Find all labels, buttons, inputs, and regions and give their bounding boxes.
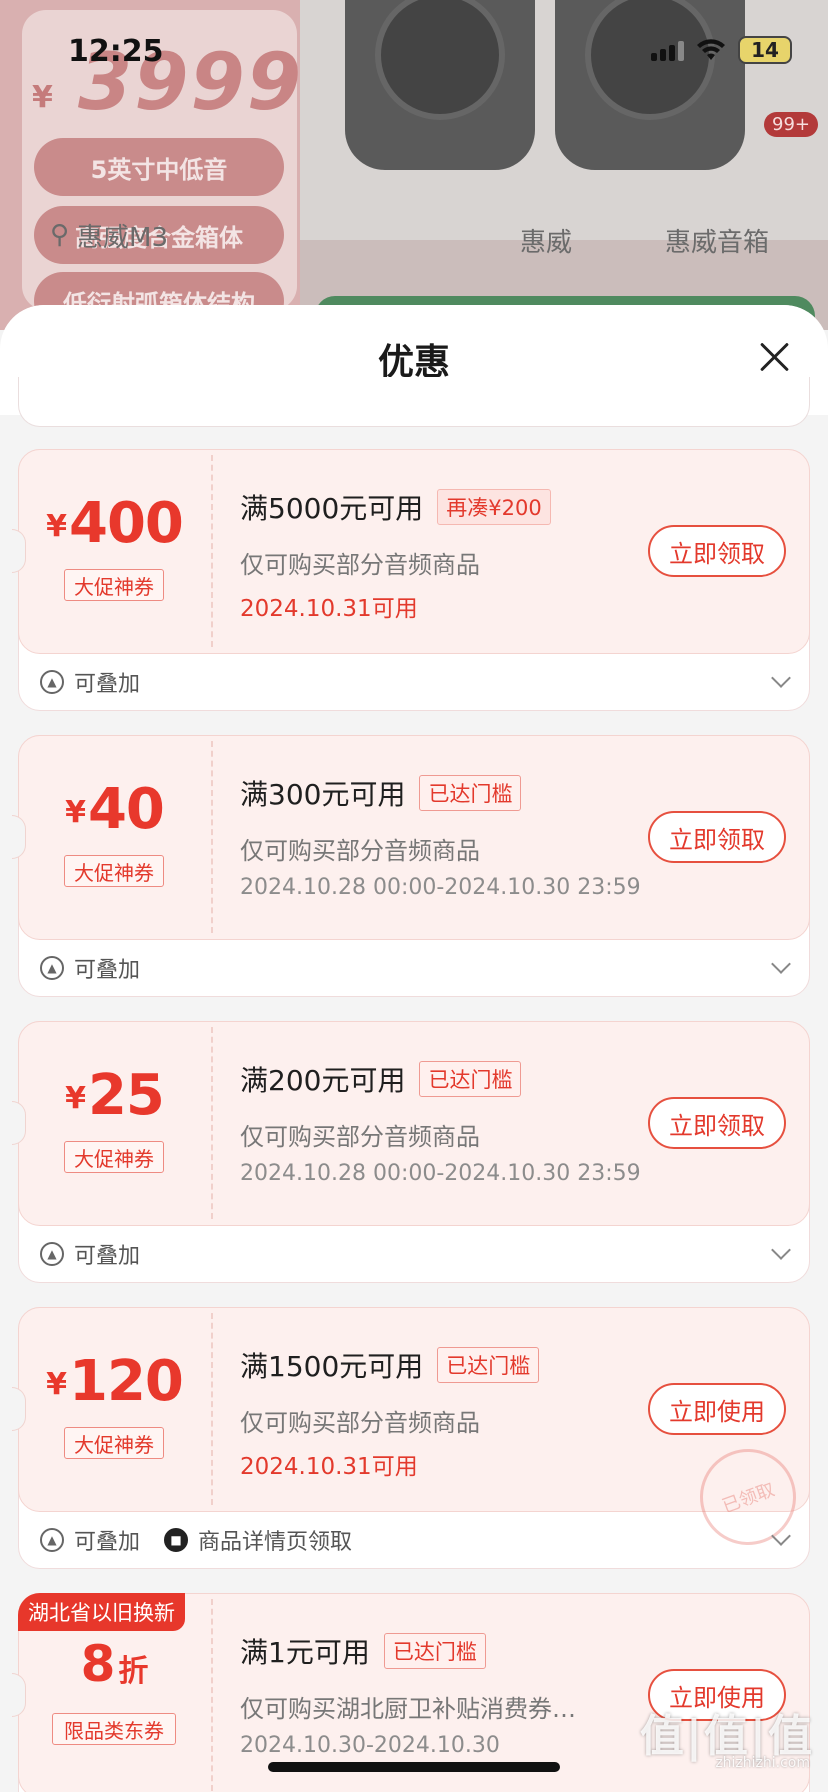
- coupon-footer: ▲ 可叠加: [40, 1235, 140, 1273]
- cart-count-badge: 99+: [764, 112, 818, 137]
- coupon-validity: 2024.10.30-2024.10.30: [240, 1733, 500, 1758]
- price-symbol: ¥: [32, 80, 53, 115]
- search-bar[interactable]: ⚲ 惠威M3: [50, 215, 450, 255]
- coupon-card: ¥25 大促神券 满200元可用 已达门槛 仅可购买部分音频商品 2024.10…: [12, 1021, 810, 1283]
- tab-brand-speaker[interactable]: 惠威音箱: [665, 222, 769, 259]
- status-time: 12:25: [68, 34, 164, 69]
- coupon-scope: 仅可购买部分音频商品: [240, 1123, 480, 1151]
- threshold-badge: 再凑¥200: [437, 489, 551, 525]
- claim-button[interactable]: 立即领取: [648, 811, 786, 863]
- claim-source-label: 商品详情页领取: [198, 1530, 353, 1555]
- close-icon[interactable]: [758, 341, 790, 373]
- speaker-image-left: [345, 0, 535, 170]
- previous-coupon-edge: [18, 377, 810, 427]
- signal-icon: [651, 39, 684, 61]
- stackable-label: 可叠加: [74, 958, 141, 983]
- status-icons: 14: [651, 36, 792, 64]
- coupon-footer: ▲ 可叠加 ■ 商品详情页领取: [40, 1521, 352, 1559]
- coupon-condition: 满5000元可用 再凑¥200: [240, 487, 551, 527]
- stack-icon: ▲: [40, 1528, 64, 1552]
- ticket-icon: ■: [164, 1528, 189, 1552]
- speaker-image-right: [555, 0, 745, 170]
- coupon-condition: 满1500元可用 已达门槛: [240, 1345, 540, 1385]
- search-icon: ⚲: [50, 220, 70, 250]
- coupon-sheet: 优惠 ¥400 大促神券 满5000元可用 再凑¥200 仅可购买部分音频商品 …: [0, 305, 828, 1792]
- stack-icon: ▲: [40, 1242, 64, 1266]
- stackable-label: 可叠加: [74, 672, 141, 697]
- watermark-url: zhizhizhi.com: [715, 1755, 810, 1771]
- product-page-background: ¥ 3999 5英寸中低音 高强度合金箱体 低衍射弧箱体结构 ⚲ 惠威M3 惠威…: [0, 0, 828, 330]
- coupon-scope: 仅可购买湖北厨卫补贴消费券…: [240, 1695, 576, 1723]
- threshold-badge: 已达门槛: [419, 1061, 522, 1097]
- coupon-amount: 8折: [80, 1635, 149, 1693]
- coupon-footer: ▲ 可叠加: [40, 663, 140, 701]
- coupon-type-label: 限品类东券: [52, 1713, 176, 1745]
- threshold-badge: 已达门槛: [419, 775, 522, 811]
- claim-button[interactable]: 立即领取: [648, 1097, 786, 1149]
- coupon-card: ¥400 大促神券 满5000元可用 再凑¥200 仅可购买部分音频商品 202…: [12, 449, 810, 711]
- coupon-card: ¥120 大促神券 满1500元可用 已达门槛 仅可购买部分音频商品 2024.…: [12, 1307, 810, 1569]
- coupon-type-label: 大促神券: [64, 1141, 164, 1173]
- home-indicator[interactable]: [268, 1762, 560, 1772]
- coupon-validity: 2024.10.28 00:00-2024.10.30 23:59: [240, 875, 641, 900]
- coupon-validity: 2024.10.31可用: [240, 596, 418, 622]
- region-tag: 湖北省以旧换新: [18, 1593, 185, 1631]
- coupon-card: ¥40 大促神券 满300元可用 已达门槛 仅可购买部分音频商品 2024.10…: [12, 735, 810, 997]
- coupon-validity: 2024.10.31可用: [240, 1454, 418, 1480]
- battery-icon: 14: [738, 36, 792, 64]
- wifi-icon: [697, 39, 725, 60]
- threshold-badge: 已达门槛: [437, 1347, 540, 1383]
- tab-brand[interactable]: 惠威: [520, 222, 572, 259]
- stackable-label: 可叠加: [74, 1530, 141, 1555]
- coupon-scope: 仅可购买部分音频商品: [240, 1409, 480, 1437]
- coupon-validity: 2024.10.28 00:00-2024.10.30 23:59: [240, 1161, 641, 1186]
- coupon-footer: ▲ 可叠加: [40, 949, 140, 987]
- coupon-type-label: 大促神券: [64, 855, 164, 887]
- coupon-scope: 仅可购买部分音频商品: [240, 837, 480, 865]
- search-text: 惠威M3: [77, 222, 169, 253]
- coupon-condition: 满1元可用 已达门槛: [240, 1631, 486, 1671]
- coupon-amount: ¥400: [46, 491, 184, 556]
- stack-icon: ▲: [40, 956, 64, 980]
- coupon-type-label: 大促神券: [64, 569, 164, 601]
- claim-button[interactable]: 立即领取: [648, 525, 786, 577]
- threshold-badge: 已达门槛: [383, 1633, 486, 1669]
- coupon-amount: ¥25: [65, 1063, 165, 1128]
- coupon-amount: ¥120: [46, 1349, 184, 1414]
- feature-pill: 5英寸中低音: [34, 138, 284, 196]
- coupon-condition: 满300元可用 已达门槛: [240, 773, 522, 813]
- stack-icon: ▲: [40, 670, 64, 694]
- coupon-scope: 仅可购买部分音频商品: [240, 551, 480, 579]
- use-button[interactable]: 立即使用: [648, 1383, 786, 1435]
- stackable-label: 可叠加: [74, 1244, 141, 1269]
- coupon-type-label: 大促神券: [64, 1427, 164, 1459]
- coupon-condition: 满200元可用 已达门槛: [240, 1059, 522, 1099]
- coupon-amount: ¥40: [65, 777, 165, 842]
